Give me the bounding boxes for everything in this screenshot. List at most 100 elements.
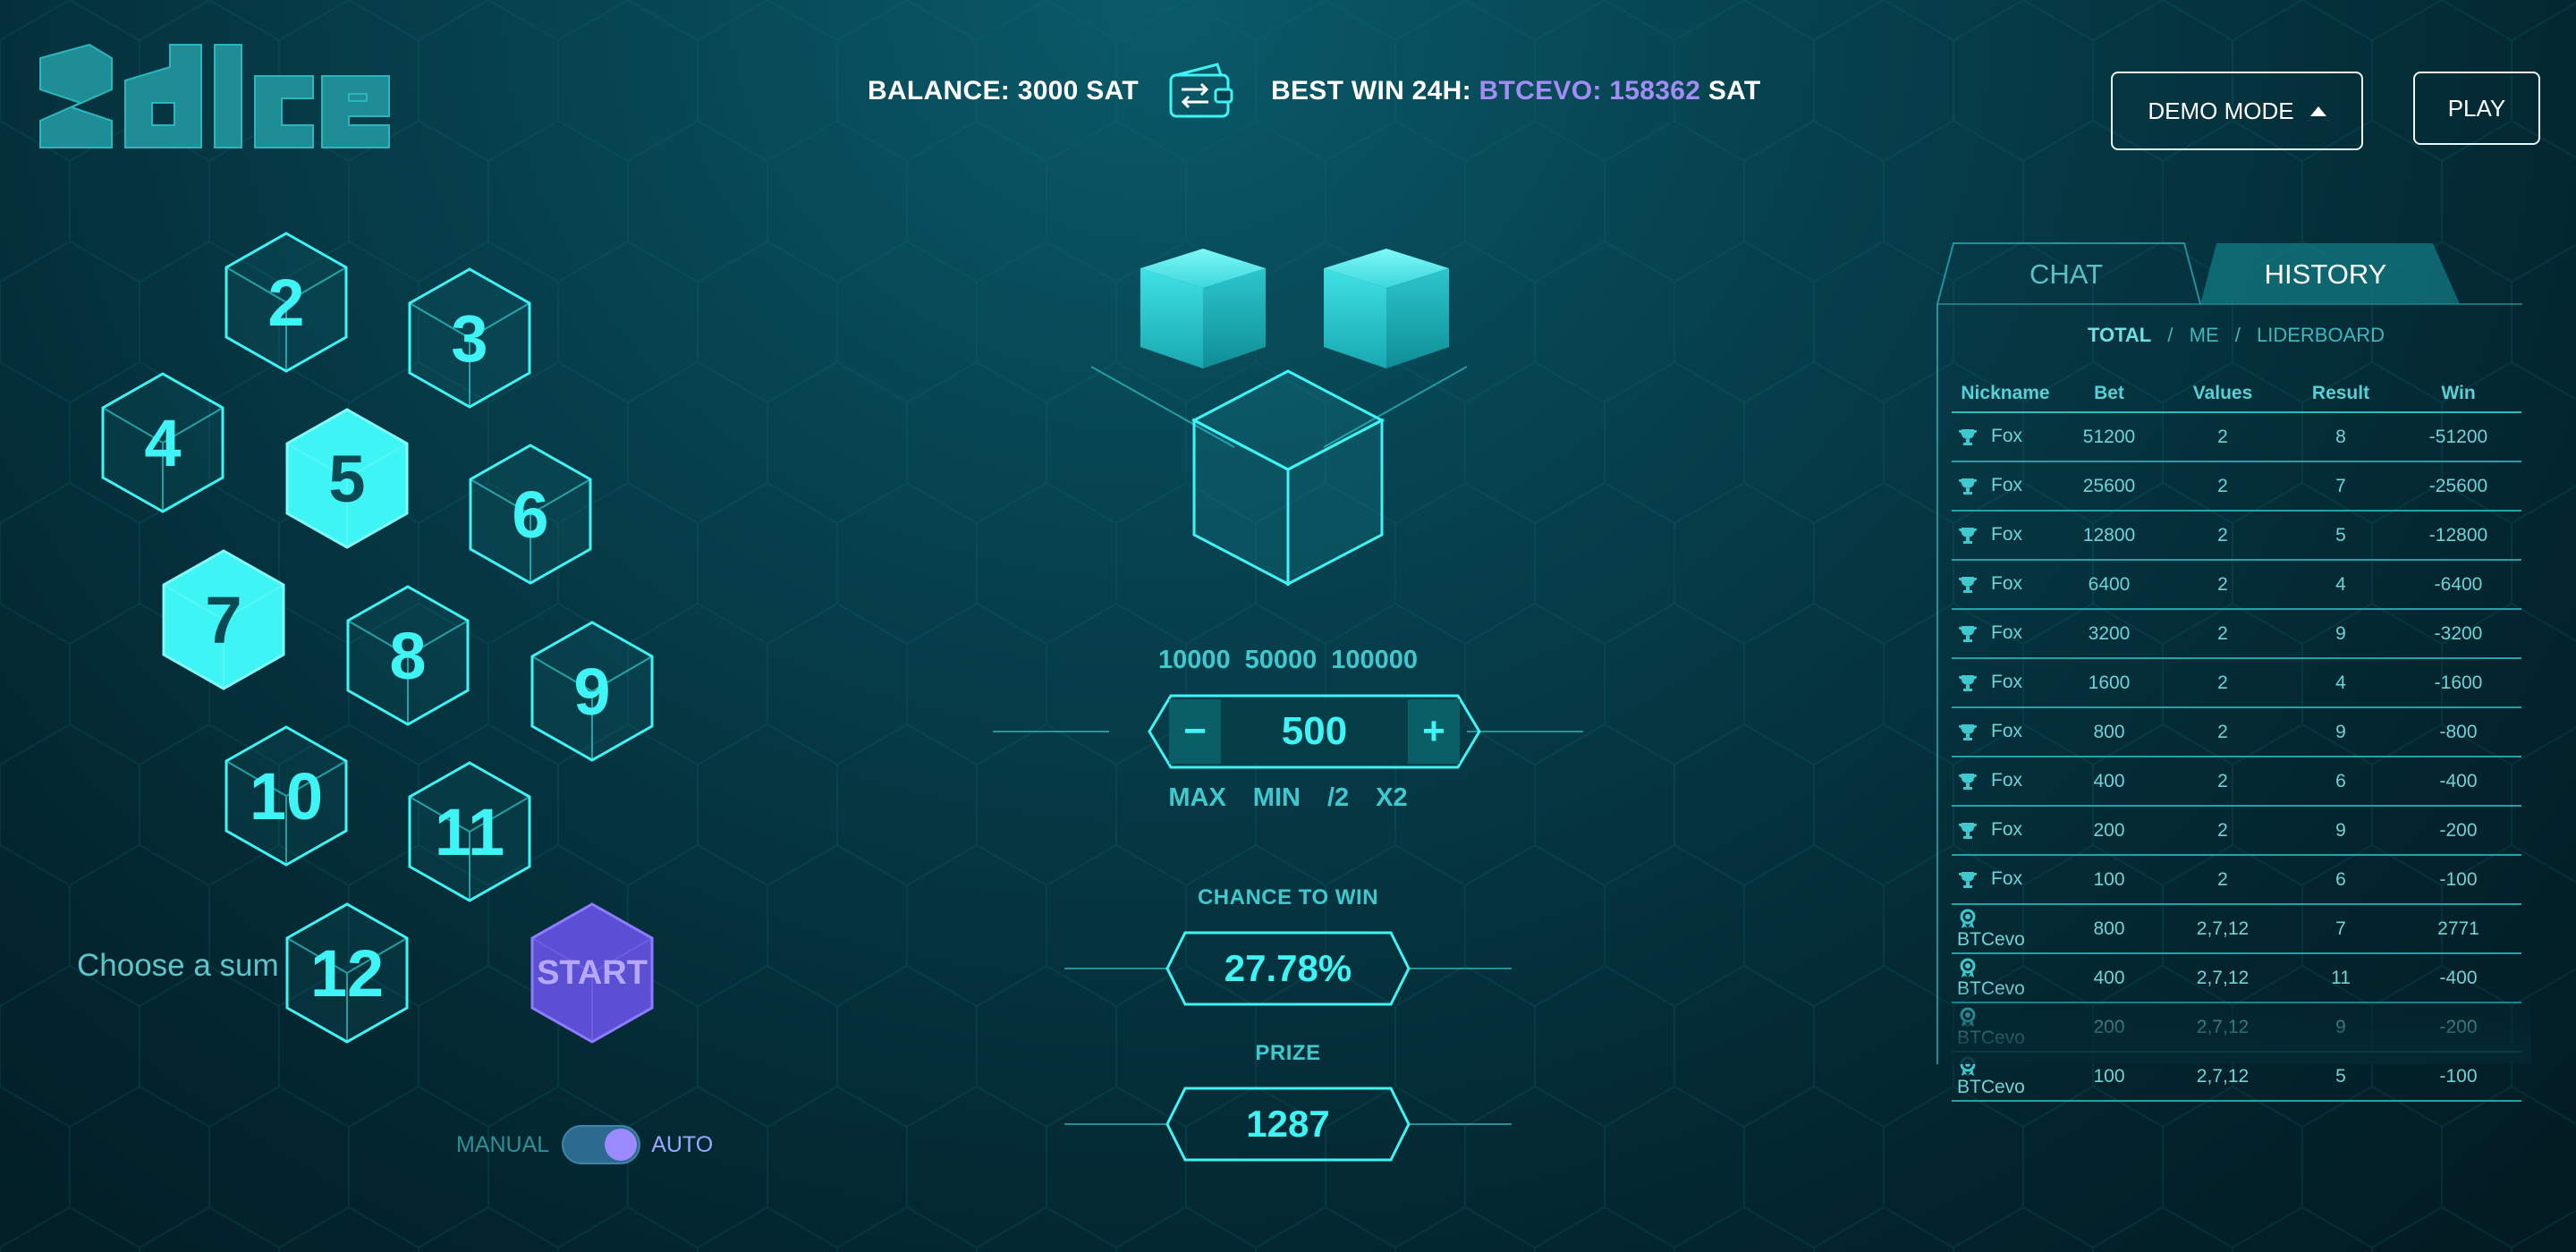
cell-values: 2	[2159, 707, 2286, 757]
sum-hex-2[interactable]: 2	[224, 231, 349, 374]
col-result: Result	[2286, 376, 2395, 413]
preset-100000[interactable]: 100000	[1331, 646, 1418, 675]
cell-result: 9	[2286, 806, 2395, 856]
tab-history[interactable]: HISTORY	[2200, 243, 2451, 306]
history-header-row: Nickname Bet Values Result Win	[1952, 376, 2521, 413]
cell-nickname: BTCevo	[1952, 1002, 2059, 1053]
prize-label: PRIZE	[1255, 1041, 1321, 1065]
cell-result: 8	[2286, 412, 2395, 462]
history-row: Fox 200 2 9 -200	[1952, 806, 2521, 856]
preset-10000[interactable]: 10000	[1158, 646, 1231, 675]
medal-icon	[1960, 1007, 1976, 1027]
subnav-me[interactable]: ME	[2190, 324, 2219, 346]
cell-bet: 200	[2059, 806, 2159, 856]
mode-toggle-row: MANUAL AUTO	[456, 1125, 713, 1164]
sum-hex-8[interactable]: 8	[345, 584, 470, 727]
cell-nickname: Fox	[1952, 560, 2059, 610]
history-row: Fox 12800 2 5 -12800	[1952, 511, 2521, 561]
bet-double-button[interactable]: X2	[1376, 783, 1407, 813]
cell-win: -100	[2395, 1052, 2521, 1102]
nickname-text: Fox	[1991, 426, 2023, 447]
subnav-total[interactable]: TOTAL	[2088, 324, 2151, 346]
cell-nickname: BTCevo	[1952, 904, 2059, 954]
bet-value[interactable]: 500	[1221, 699, 1408, 764]
dice-illustration	[1091, 249, 1467, 587]
bet-increase-button[interactable]: +	[1408, 699, 1460, 764]
bet-min-button[interactable]: MIN	[1253, 783, 1301, 813]
cell-result: 11	[2286, 953, 2395, 1003]
history-row: Fox 400 2 6 -400	[1952, 757, 2521, 807]
cell-values: 2,7,12	[2159, 953, 2286, 1003]
cell-values: 2	[2159, 461, 2286, 512]
nickname-text: Fox	[1991, 475, 2023, 496]
sum-hex-3[interactable]: 3	[407, 266, 532, 410]
demo-mode-button[interactable]: DEMO MODE	[2111, 72, 2363, 150]
bet-max-button[interactable]: MAX	[1168, 783, 1225, 813]
cell-result: 4	[2286, 560, 2395, 610]
trophy-icon	[1959, 773, 1977, 790]
cell-win: -100	[2395, 855, 2521, 905]
chance-value: 27.78%	[1224, 947, 1352, 989]
start-button[interactable]: START	[530, 901, 655, 1045]
cell-bet: 6400	[2059, 560, 2159, 610]
history-row: BTCevo 100 2,7,12 5 -100	[1952, 1052, 2521, 1102]
sum-hex-6[interactable]: 6	[468, 443, 593, 586]
cell-values: 2,7,12	[2159, 1052, 2286, 1102]
nickname-text: Fox	[1991, 721, 2023, 742]
cell-bet: 25600	[2059, 461, 2159, 512]
cell-bet: 400	[2059, 757, 2159, 807]
auto-toggle-switch[interactable]	[562, 1125, 641, 1164]
trophy-icon	[1959, 822, 1977, 839]
cell-win: -3200	[2395, 609, 2521, 659]
bet-half-button[interactable]: /2	[1327, 783, 1349, 813]
sum-hex-12[interactable]: 12	[284, 901, 410, 1045]
sum-hex-label: 2	[267, 265, 305, 340]
demo-mode-label: DEMO MODE	[2148, 97, 2294, 124]
sum-hex-10[interactable]: 10	[224, 724, 349, 867]
prize-value: 1287	[1246, 1103, 1330, 1145]
cell-nickname: Fox	[1952, 806, 2059, 856]
tab-chat[interactable]: CHAT	[1941, 243, 2191, 306]
cell-result: 7	[2286, 904, 2395, 954]
nickname-text: BTCevo	[1957, 928, 2025, 950]
sum-hex-11[interactable]: 11	[407, 760, 532, 903]
trophy-icon	[1959, 674, 1977, 691]
play-button[interactable]: PLAY	[2413, 72, 2540, 145]
cell-bet: 12800	[2059, 511, 2159, 561]
medal-icon	[1960, 958, 1976, 977]
cell-bet: 200	[2059, 1002, 2159, 1053]
cell-values: 2	[2159, 609, 2286, 659]
cell-nickname: BTCevo	[1952, 1052, 2059, 1102]
trophy-icon	[1959, 478, 1977, 495]
sum-hex-label: 9	[573, 654, 611, 729]
cell-values: 2,7,12	[2159, 904, 2286, 954]
cell-nickname: Fox	[1952, 461, 2059, 512]
cell-nickname: Fox	[1952, 511, 2059, 561]
subnav-separator: /	[2234, 324, 2241, 346]
balance-unit: SAT	[1086, 76, 1139, 106]
cell-bet: 100	[2059, 1052, 2159, 1102]
chance-box: 27.78%	[1046, 928, 1530, 1009]
history-row: BTCevo 200 2,7,12 9 -200	[1952, 1002, 2521, 1053]
sum-hex-label: 7	[205, 582, 242, 657]
best-win-user: BTCEVO:	[1479, 76, 1602, 106]
history-row: Fox 6400 2 4 -6400	[1952, 560, 2521, 610]
nickname-text: BTCevo	[1957, 977, 2025, 999]
sum-hex-5[interactable]: 5	[284, 407, 410, 550]
cell-win: -200	[2395, 806, 2521, 856]
cell-values: 2	[2159, 412, 2286, 462]
sum-hex-9[interactable]: 9	[530, 620, 655, 763]
wallet-exchange-icon[interactable]	[1165, 63, 1237, 120]
cell-result: 9	[2286, 1002, 2395, 1053]
chance-label: CHANCE TO WIN	[1197, 885, 1379, 909]
bet-decrease-button[interactable]: −	[1169, 699, 1221, 764]
sum-hex-7[interactable]: 7	[161, 548, 286, 691]
cell-result: 6	[2286, 757, 2395, 807]
nickname-text: BTCevo	[1957, 1076, 2025, 1097]
cell-values: 2,7,12	[2159, 1002, 2286, 1053]
preset-50000[interactable]: 50000	[1245, 646, 1318, 675]
sum-hex-4[interactable]: 4	[100, 371, 225, 514]
cell-bet: 51200	[2059, 412, 2159, 462]
cell-win: -400	[2395, 757, 2521, 807]
subnav-liderboard[interactable]: LIDERBOARD	[2257, 324, 2385, 346]
